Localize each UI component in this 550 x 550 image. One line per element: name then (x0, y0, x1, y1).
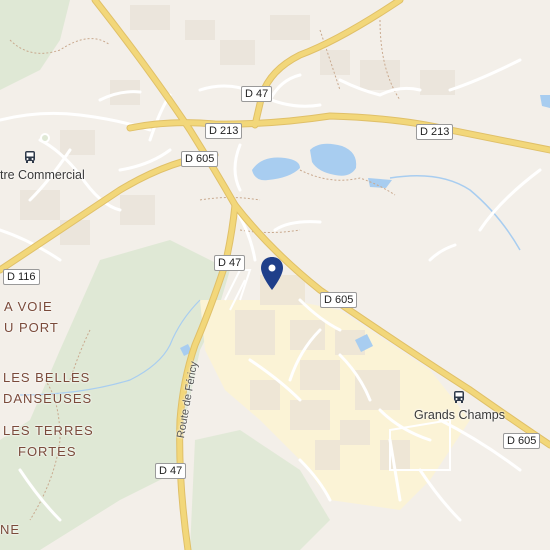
poi-label-centre-commercial[interactable]: tre Commercial (0, 168, 85, 182)
road-badge-d47-top: D 47 (241, 86, 273, 102)
area-label-la-voie-1: A VOIE (4, 299, 53, 314)
road-badge-d605-top: D 605 (181, 151, 219, 167)
road-badge-d213-right: D 213 (416, 124, 454, 140)
area-label-ne: NE (0, 522, 21, 537)
road-badge-d213-left: D 213 (205, 123, 243, 139)
area-label-terres-2: FORTES (18, 444, 77, 459)
road-badge-d116: D 116 (3, 269, 40, 285)
area-label-belles-1: LES BELLES (3, 370, 91, 385)
road-badge-d47-bottom: D 47 (155, 463, 187, 479)
area-label-terres-1: LES TERRES (3, 423, 94, 438)
bus-stop-icon[interactable] (24, 151, 36, 163)
bus-stop-icon[interactable] (453, 391, 465, 403)
road-badge-d605-mid: D 605 (320, 292, 358, 308)
road-badge-d47-mid: D 47 (214, 255, 246, 271)
area-label-la-voie-2: U PORT (4, 320, 59, 335)
road-badge-d605-right: D 605 (503, 433, 541, 449)
map-canvas[interactable]: D 47 D 213 D 213 D 605 D 47 D 605 D 605 … (0, 0, 550, 550)
area-label-belles-2: DANSEUSES (3, 391, 93, 406)
location-pin-icon[interactable] (259, 256, 285, 292)
poi-label-grands-champs[interactable]: Grands Champs (414, 408, 505, 422)
